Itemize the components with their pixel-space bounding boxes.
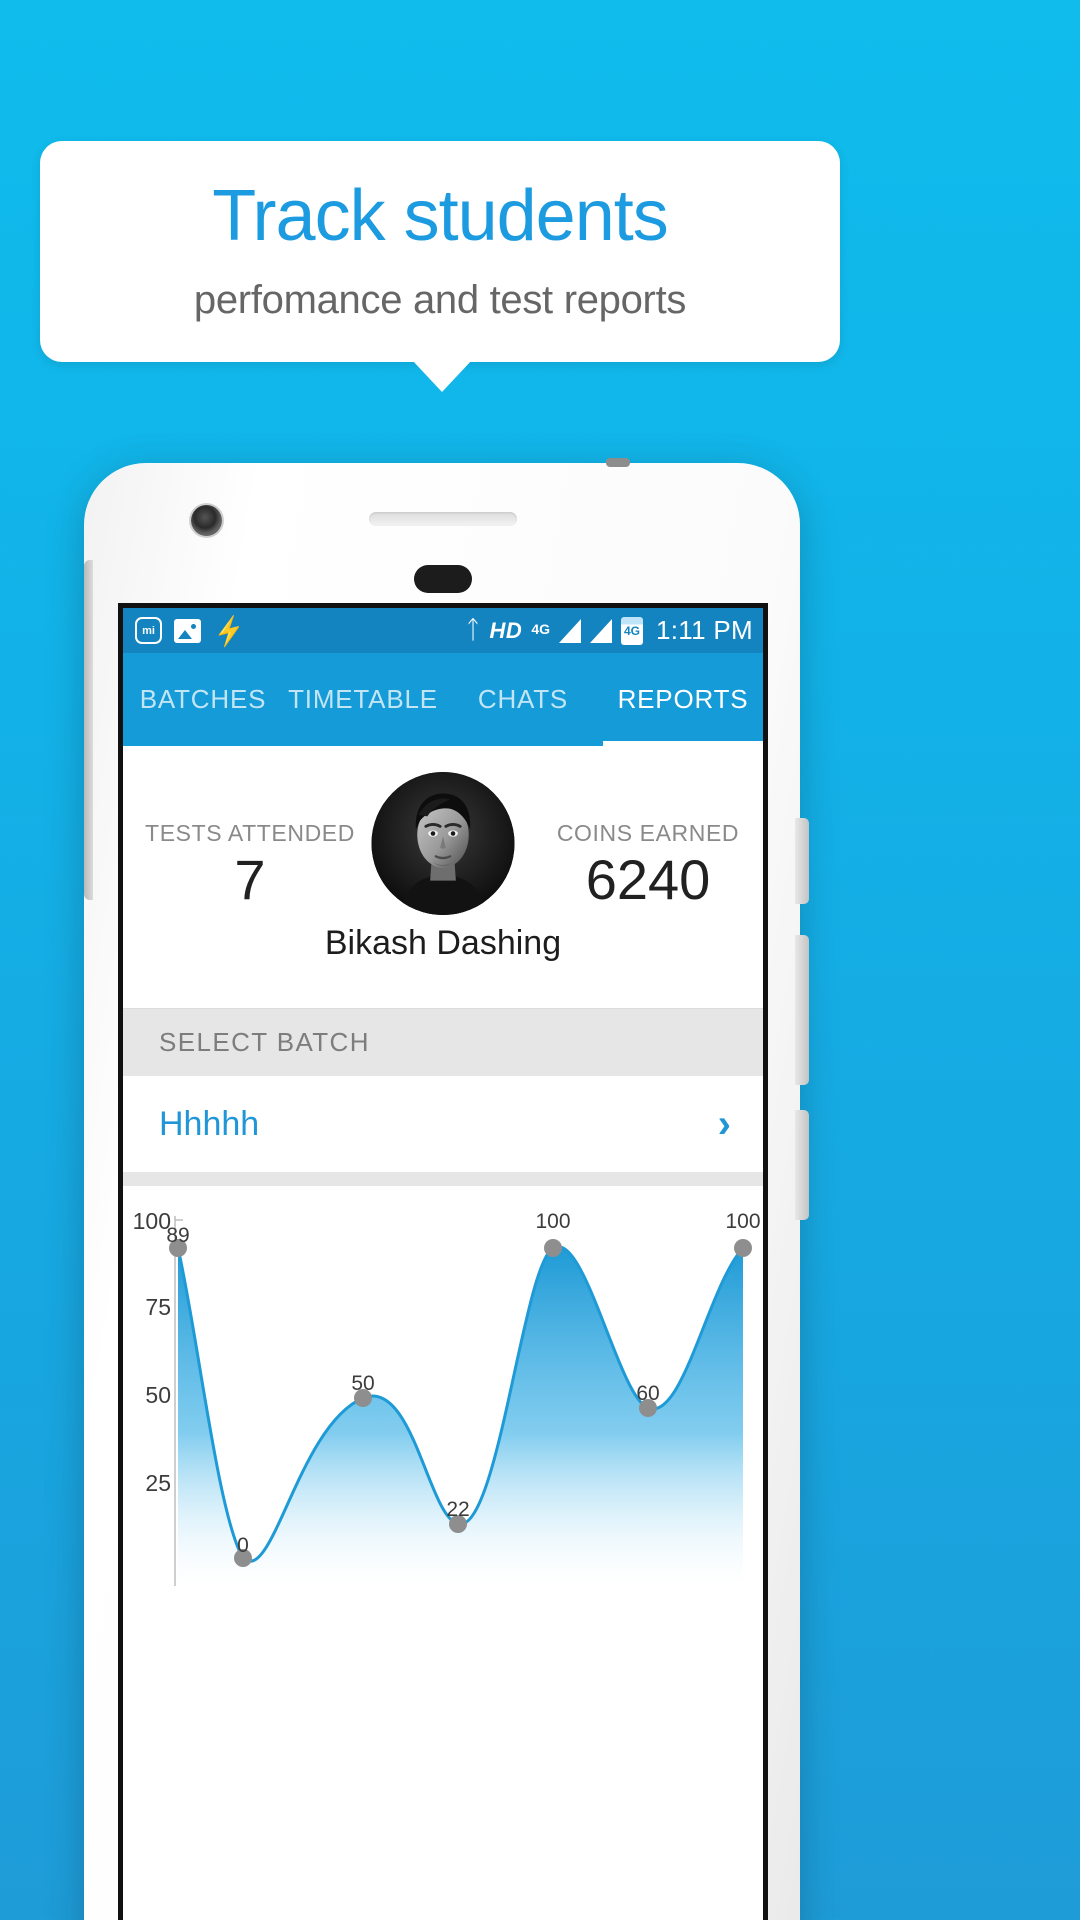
chart-point-marker (734, 1239, 752, 1257)
tab-bar: BATCHES TIMETABLE CHATS REPORTS (123, 653, 763, 746)
tests-attended-stat: TESTS ATTENDED 7 (145, 820, 355, 911)
status-bar-clock: 1:11 PM (656, 615, 753, 645)
phone-left-edge (84, 560, 93, 900)
promo-callout-tail (412, 360, 472, 392)
chart-point-label-100-end: 100 (725, 1210, 761, 1233)
y-tick-label-75: 75 (145, 1294, 171, 1320)
performance-area-chart: 100 75 50 25 89 0 50 22 100 60 100 (123, 1186, 763, 1586)
chart-point-label-100: 100 (535, 1210, 571, 1233)
tab-timetable[interactable]: TIMETABLE (283, 653, 443, 746)
network-type-icon: 4G (531, 621, 550, 637)
front-camera-icon (191, 505, 222, 536)
coins-earned-stat: COINS EARNED 6240 (543, 820, 753, 911)
batch-selector-row[interactable]: Hhhhh › (123, 1076, 763, 1172)
promo-title: Track students (212, 176, 669, 256)
tab-reports[interactable]: REPORTS (603, 653, 763, 746)
signal-bars-icon (559, 618, 581, 643)
profile-summary-card: TESTS ATTENDED 7 COINS EARNED 6240 Bikas… (123, 746, 763, 1008)
coins-earned-label: COINS EARNED (556, 820, 740, 846)
promo-callout: Track students perfomance and test repor… (40, 141, 840, 362)
phone-power-button (795, 818, 809, 904)
gallery-icon (174, 618, 201, 643)
phone-volume-down-button (795, 1110, 809, 1220)
chart-point-label-22: 22 (446, 1498, 470, 1521)
phone-screen: mi ⚡ ᛏ HD 4G 4G 1:11 PM BATCHES TIMETABL… (118, 603, 768, 1920)
selected-batch-name: Hhhhh (159, 1104, 260, 1143)
usb-cable-icon: ⚡ (209, 612, 249, 649)
tests-attended-label: TESTS ATTENDED (145, 820, 355, 846)
earpiece-speaker (369, 512, 517, 526)
tests-attended-value: 7 (234, 848, 266, 911)
chart-point-label-60: 60 (636, 1382, 660, 1405)
phone-volume-up-button (795, 935, 809, 1085)
chart-point-label-0: 0 (237, 1534, 249, 1557)
coins-earned-value: 6240 (585, 848, 711, 911)
tab-chats[interactable]: CHATS (443, 653, 603, 746)
status-bar-right-icons: ᛏ HD 4G 4G 1:11 PM (466, 615, 753, 646)
y-tick-label-50: 50 (145, 1382, 171, 1408)
hd-icon: HD (489, 617, 523, 643)
tab-batches[interactable]: BATCHES (123, 653, 283, 746)
chart-point-marker (544, 1239, 562, 1257)
mi-icon: mi (135, 617, 162, 644)
status-bar-left-icons: mi ⚡ (135, 612, 249, 649)
section-divider (123, 1172, 763, 1186)
proximity-sensor (606, 458, 630, 467)
signal-bars-icon (590, 618, 612, 643)
chevron-right-icon[interactable]: › (718, 1104, 731, 1144)
chart-point-label-89: 89 (166, 1224, 190, 1247)
promo-subtitle: perfomance and test reports (193, 278, 687, 322)
bluetooth-icon: ᛏ (465, 616, 481, 644)
chart-point-label-50: 50 (351, 1372, 375, 1395)
user-name: Bikash Dashing (324, 924, 562, 962)
select-batch-header: SELECT BATCH (123, 1008, 763, 1076)
battery-icon: 4G (621, 616, 643, 645)
avatar (371, 772, 515, 915)
home-button[interactable] (414, 565, 472, 593)
status-bar: mi ⚡ ᛏ HD 4G 4G 1:11 PM (123, 608, 763, 653)
y-tick-label-25: 25 (145, 1470, 171, 1496)
